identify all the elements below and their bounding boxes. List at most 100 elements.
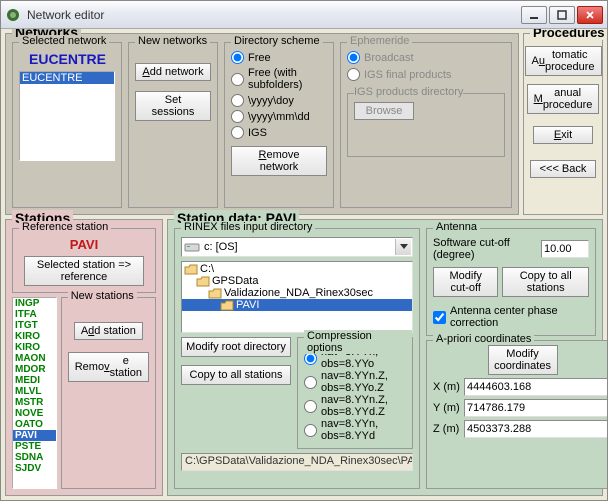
modify-cutoff-button[interactable]: Modify cut-off (433, 267, 498, 297)
coord-x-input[interactable] (464, 378, 607, 396)
coords-group: A-priori coordinates Modify coordinates … (426, 340, 607, 489)
drive-label: c: [OS] (204, 241, 238, 253)
cutoff-buttons: Modify cut-off Copy to all stations (433, 267, 589, 297)
dir-ymd-label: \yyyy\mm\dd (248, 111, 310, 123)
igs-products-dir-legend: IGS products directory (354, 86, 463, 98)
station-list-item[interactable]: INGP (13, 298, 56, 309)
folder-row[interactable]: Validazione_NDA_Rinex30sec (182, 287, 412, 299)
close-button[interactable] (577, 6, 603, 24)
dir-ymd-radio[interactable]: \yyyy\mm\dd (231, 110, 327, 123)
minimize-button[interactable] (521, 6, 547, 24)
procedures-title: Procedures (530, 29, 607, 40)
coord-z-row: Z (m) (433, 420, 607, 438)
app-icon (5, 7, 21, 23)
station-list-item[interactable]: PAVI (13, 430, 56, 441)
phase-correction-checkbox[interactable]: Antenna center phase correction (433, 305, 589, 329)
new-stations-legend: New stations (68, 290, 137, 302)
remove-station-button[interactable]: Removestation (68, 352, 149, 382)
modify-root-button[interactable]: Modify root directory (181, 337, 291, 357)
titlebar: Network editor (1, 1, 607, 29)
folder-icon (220, 300, 234, 311)
coord-y-row: Y (m) (433, 399, 607, 417)
modify-coords-button[interactable]: Modify coordinates (488, 345, 558, 375)
rinex-input-legend: RINEX files input directory (181, 221, 315, 233)
new-networks-legend: New networks (135, 35, 210, 47)
station-list-item[interactable]: NOVE (13, 408, 56, 419)
station-list-item[interactable]: MDOR (13, 364, 56, 375)
station-list-item[interactable]: KIRO (13, 342, 56, 353)
exit-button[interactable]: Exit (533, 126, 593, 144)
dir-ydoy-radio[interactable]: \yyyy\doy (231, 94, 327, 107)
comp-opt-c-radio[interactable]: nav=8.YYn.Z, obs=8.YYd.Z (304, 394, 406, 418)
coord-x-row: X (m) (433, 378, 607, 396)
rinex-input-group: RINEX files input directory c: [OS] C:\G… (174, 228, 420, 489)
manual-procedure-button[interactable]: Manualprocedure (527, 84, 600, 114)
coord-y-label: Y (m) (433, 402, 461, 414)
eph-igsfinal-radio[interactable]: IGS final products (347, 68, 505, 81)
station-list-item[interactable]: MSTR (13, 397, 56, 408)
phase-correction-label: Antenna center phase correction (450, 305, 589, 329)
network-list-item[interactable]: EUCENTRE (20, 72, 114, 84)
eph-igsfinal-label: IGS final products (364, 69, 451, 81)
station-list-item[interactable]: MLVL (13, 386, 56, 397)
station-list-item[interactable]: PSTE (13, 441, 56, 452)
ephemeride-legend: Ephemeride (347, 35, 412, 47)
comp-opt-b-radio[interactable]: nav=8.YYn.Z, obs=8.YYo.Z (304, 370, 406, 394)
add-station-button[interactable]: Add station (74, 322, 143, 340)
dir-igs-radio[interactable]: IGS (231, 126, 327, 139)
add-network-button[interactable]: Add network (135, 63, 210, 81)
maximize-button[interactable] (549, 6, 575, 24)
compression-options-legend: Compression options (304, 330, 412, 354)
copy-all-stations-button[interactable]: Copy to all stations (181, 365, 291, 385)
station-list-item[interactable]: MEDI (13, 375, 56, 386)
station-list-item[interactable]: SJDV (13, 463, 56, 474)
networks-listbox[interactable]: EUCENTRE (19, 71, 115, 161)
folder-row[interactable]: GPSData (182, 275, 412, 287)
coord-y-input[interactable] (464, 399, 607, 417)
folder-tree[interactable]: C:\GPSDataValidazione_NDA_Rinex30secPAVI (181, 261, 413, 333)
selected-network-group: Selected network EUCENTRE EUCENTRE (12, 42, 122, 208)
drive-combo[interactable]: c: [OS] (181, 237, 413, 257)
copy-cutoff-button[interactable]: Copy to all stations (502, 267, 589, 297)
new-stations-group: New stations Add station Removestation (61, 297, 156, 489)
procedures-group: Procedures Automaticprocedure Manualproc… (523, 33, 603, 215)
automatic-procedure-button[interactable]: Automaticprocedure (525, 46, 602, 76)
stations-listbox[interactable]: INGPITFAITGTKIROKIROMAONMDORMEDIMLVLMSTR… (12, 297, 57, 489)
path-display: C:\GPSData\Validazione_NDA_Rinex30sec\PA… (181, 453, 413, 471)
coords-comp-row: A-priori coordinates Modify coordinates … (426, 340, 596, 489)
stations-group: Stations Reference station PAVI Selected… (5, 219, 163, 496)
dir-free-sub-label: Free (with subfolders) (248, 67, 327, 91)
chevron-down-icon[interactable] (395, 239, 411, 255)
dir-free-sub-radio[interactable]: Free (with subfolders) (231, 67, 327, 91)
dir-free-radio[interactable]: Free (231, 51, 327, 64)
antenna-column: Antenna Software cut-off (degree) Modify… (426, 228, 596, 489)
remove-network-button[interactable]: Remove network (231, 146, 327, 176)
antenna-legend: Antenna (433, 221, 480, 233)
set-sessions-button[interactable]: Set sessions (135, 91, 211, 121)
folder-row[interactable]: C:\ (182, 263, 412, 275)
folder-row[interactable]: PAVI (182, 299, 412, 311)
station-list-item[interactable]: ITFA (13, 309, 56, 320)
selected-station-reference-button[interactable]: Selected station => reference (24, 256, 144, 286)
station-list-item[interactable]: MAON (13, 353, 56, 364)
comp-opt-d-label: nav=8.YYn, obs=8.YYd (321, 418, 406, 442)
back-button[interactable]: <<< Back (530, 160, 596, 178)
new-networks-group: New networks Add network Set sessions (128, 42, 218, 208)
station-list-item[interactable]: SDNA (13, 452, 56, 463)
comp-opt-d-radio[interactable]: nav=8.YYn, obs=8.YYd (304, 418, 406, 442)
cutoff-label: Software cut-off (degree) (433, 237, 537, 261)
reference-station-group: Reference station PAVI Selected station … (12, 228, 156, 293)
bottom-row: Stations Reference station PAVI Selected… (5, 219, 603, 496)
coords-legend: A-priori coordinates (433, 333, 534, 345)
station-list-item[interactable]: OATO (13, 419, 56, 430)
station-list-item[interactable]: KIRO (13, 331, 56, 342)
folder-icon (184, 264, 198, 275)
cutoff-input[interactable] (541, 240, 589, 258)
station-list-item[interactable]: ITGT (13, 320, 56, 331)
dir-igs-label: IGS (248, 127, 267, 139)
stations-lower: INGPITFAITGTKIROKIROMAONMDORMEDIMLVLMSTR… (12, 297, 156, 489)
window-frame: Network editor Networks Selected network… (0, 0, 608, 501)
eph-broadcast-radio[interactable]: Broadcast (347, 51, 505, 64)
coord-z-input[interactable] (464, 420, 607, 438)
station-data-group: Station data: PAVI RINEX files input dir… (167, 219, 603, 496)
